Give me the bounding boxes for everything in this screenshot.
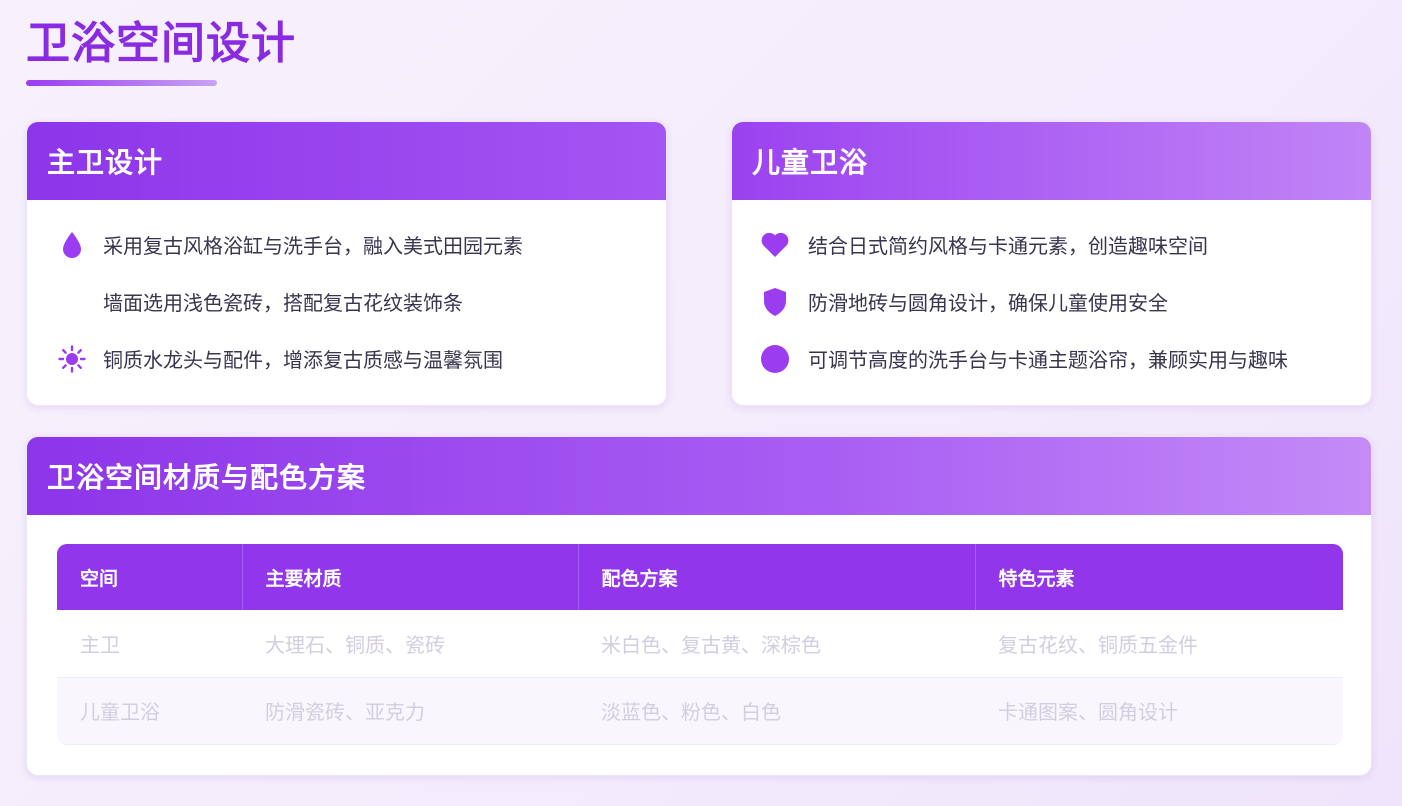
table-header-row: 空间 主要材质 配色方案 特色元素 <box>57 544 1343 610</box>
kids-bath-header: 儿童卫浴 <box>732 122 1371 200</box>
column-header: 主要材质 <box>242 544 579 610</box>
table-cell: 大理石、铜质、瓷砖 <box>242 610 578 678</box>
list-item: 可调节高度的洗手台与卡通主题浴帘，兼顾实用与趣味 <box>732 330 1371 387</box>
feature-text: 结合日式简约风格与卡通元素，创造趣味空间 <box>808 234 1208 258</box>
circle-icon <box>760 344 790 374</box>
table-row: 儿童卫浴 防滑瓷砖、亚克力 淡蓝色、粉色、白色 卡通图案、圆角设计 <box>57 677 1343 745</box>
title-underline <box>26 80 217 86</box>
blank-icon <box>57 287 87 317</box>
kids-bath-card: 儿童卫浴 结合日式简约风格与卡通元素，创造趣味空间 防滑地砖与圆角设计，确保儿童… <box>731 121 1372 406</box>
materials-table: 空间 主要材质 配色方案 特色元素 主卫 大理石、铜质、瓷砖 米白色、复古黄、深… <box>57 544 1343 745</box>
heart-icon <box>760 230 790 260</box>
table-cell: 儿童卫浴 <box>57 677 242 745</box>
table-cell: 主卫 <box>57 610 242 678</box>
table-cell: 防滑瓷砖、亚克力 <box>242 677 578 745</box>
page-title: 卫浴空间设计 <box>26 18 296 69</box>
feature-text: 可调节高度的洗手台与卡通主题浴帘，兼顾实用与趣味 <box>808 348 1288 372</box>
table-cell: 复古花纹、铜质五金件 <box>975 610 1343 678</box>
master-bath-card: 主卫设计 采用复古风格浴缸与洗手台，融入美式田园元素 墙面选用浅色瓷砖，搭配复古… <box>26 121 667 406</box>
list-item: 墙面选用浅色瓷砖，搭配复古花纹装饰条 <box>27 273 666 330</box>
water-drop-icon <box>57 230 87 260</box>
materials-header: 卫浴空间材质与配色方案 <box>27 437 1371 515</box>
table-cell: 卡通图案、圆角设计 <box>975 677 1343 745</box>
master-bath-feature-list: 采用复古风格浴缸与洗手台，融入美式田园元素 墙面选用浅色瓷砖，搭配复古花纹装饰条… <box>27 200 666 387</box>
table-row: 主卫 大理石、铜质、瓷砖 米白色、复古黄、深棕色 复古花纹、铜质五金件 <box>57 610 1343 678</box>
table-cell: 米白色、复古黄、深棕色 <box>578 610 975 678</box>
sun-icon <box>57 344 87 374</box>
table-cell: 淡蓝色、粉色、白色 <box>578 677 975 745</box>
feature-text: 铜质水龙头与配件，增添复古质感与温馨氛围 <box>103 348 503 372</box>
column-header: 配色方案 <box>578 544 976 610</box>
feature-text: 防滑地砖与圆角设计，确保儿童使用安全 <box>808 291 1168 315</box>
list-item: 采用复古风格浴缸与洗手台，融入美式田园元素 <box>27 216 666 273</box>
list-item: 铜质水龙头与配件，增添复古质感与温馨氛围 <box>27 330 666 387</box>
list-item: 防滑地砖与圆角设计，确保儿童使用安全 <box>732 273 1371 330</box>
column-header: 空间 <box>57 544 243 610</box>
list-item: 结合日式简约风格与卡通元素，创造趣味空间 <box>732 216 1371 273</box>
column-header: 特色元素 <box>975 544 1343 610</box>
feature-text: 墙面选用浅色瓷砖，搭配复古花纹装饰条 <box>103 291 463 315</box>
master-bath-header: 主卫设计 <box>27 122 666 200</box>
materials-card: 卫浴空间材质与配色方案 空间 主要材质 配色方案 特色元素 主卫 大理石、铜质、… <box>26 436 1372 776</box>
shield-icon <box>760 287 790 317</box>
feature-text: 采用复古风格浴缸与洗手台，融入美式田园元素 <box>103 234 523 258</box>
kids-bath-feature-list: 结合日式简约风格与卡通元素，创造趣味空间 防滑地砖与圆角设计，确保儿童使用安全 … <box>732 200 1371 387</box>
